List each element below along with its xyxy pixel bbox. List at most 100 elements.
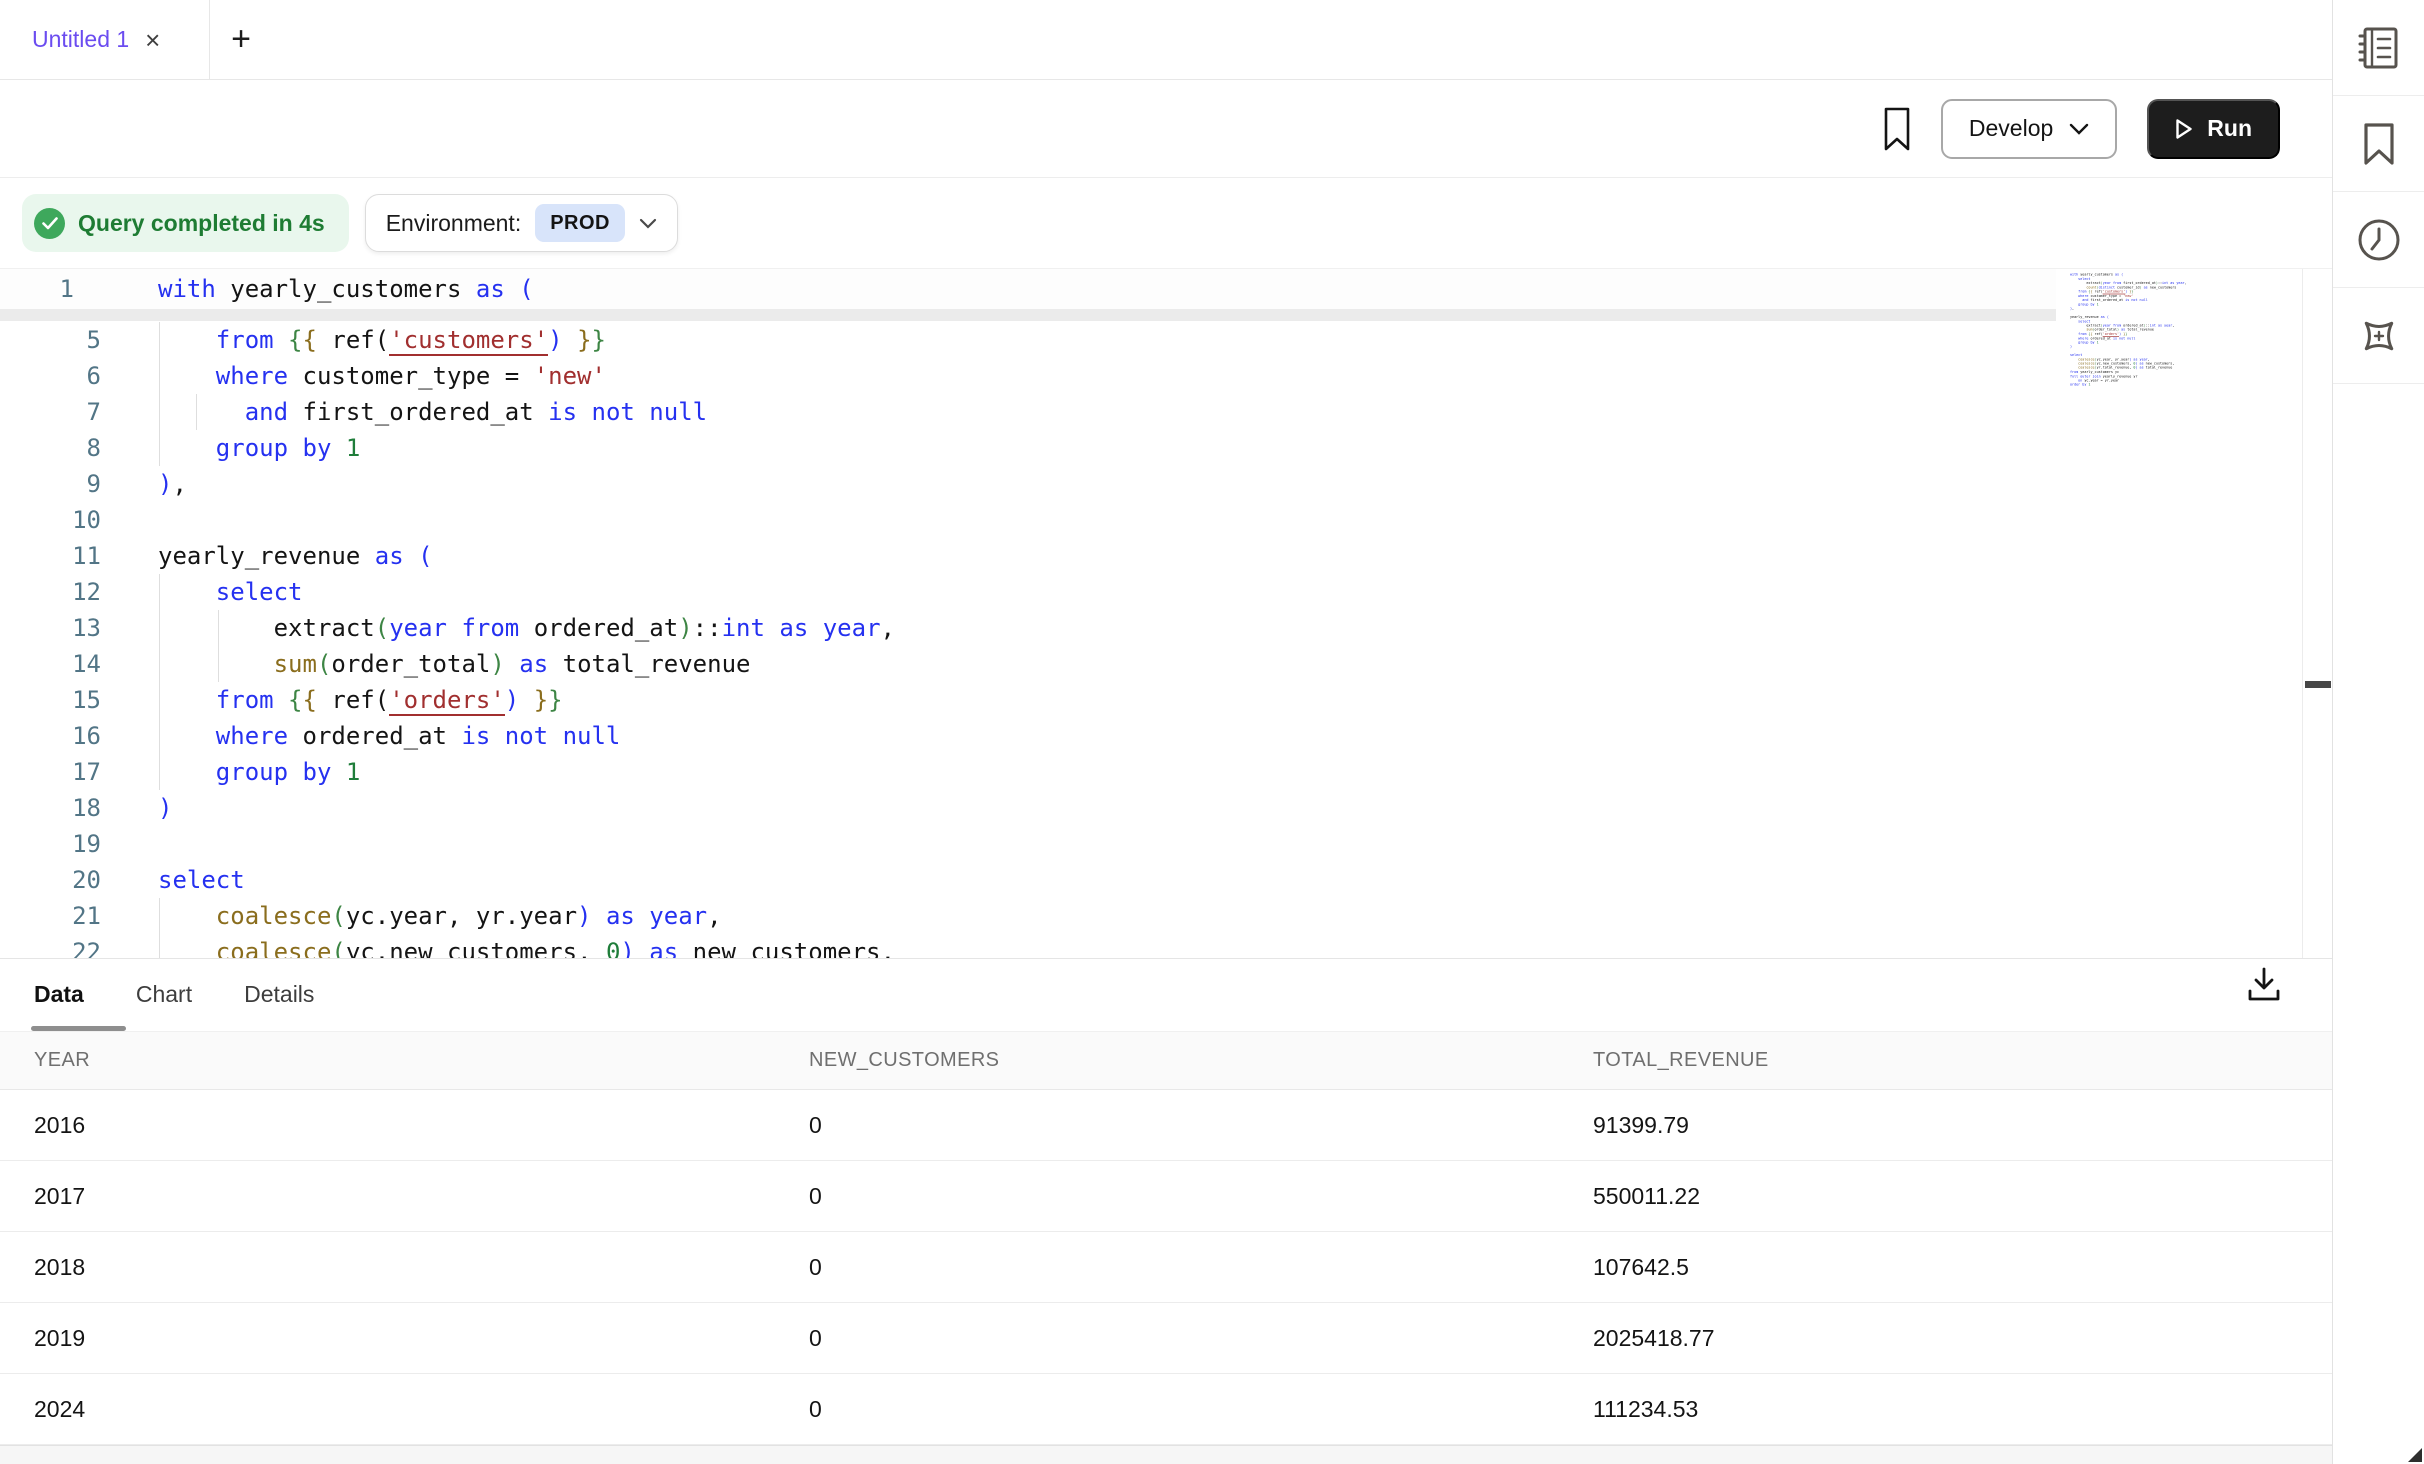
results-tab-details[interactable]: Details (244, 981, 314, 1008)
sidebar-history-button[interactable] (2333, 192, 2424, 288)
main-column: Untitled 1 × + Develop Run (0, 0, 2332, 1464)
code-line-6[interactable]: 6 where customer_type = 'new' (0, 358, 2302, 394)
play-icon (2175, 118, 2193, 140)
code-line-16[interactable]: 16 where ordered_at is not null (0, 718, 2302, 754)
table-cell: 0 (809, 1325, 1593, 1352)
code-line-18[interactable]: 18) (0, 790, 2302, 826)
close-icon[interactable]: × (145, 27, 160, 53)
minimap[interactable]: with yearly_customers as ( select extrac… (2070, 273, 2240, 403)
query-status-text: Query completed in 4s (78, 210, 325, 237)
query-status-row: Query completed in 4s Environment: PROD (0, 178, 2332, 268)
table-row: 2016091399.79 (0, 1090, 2332, 1161)
chevron-down-icon (2069, 123, 2089, 135)
line-code: sum(order_total) as total_revenue (158, 650, 750, 678)
table-cell: 0 (809, 1254, 1593, 1281)
table-cell: 550011.22 (1593, 1183, 2332, 1210)
code-line-8[interactable]: 8 group by 1 (0, 430, 2302, 466)
download-icon (2246, 965, 2282, 1005)
editor-tab-bar: Untitled 1 × + (0, 0, 2332, 80)
bookmark-icon (1883, 107, 1911, 151)
code-line-5[interactable]: 5 from {{ ref('customers') }} (0, 322, 2302, 358)
environment-selector[interactable]: Environment: PROD (365, 194, 678, 252)
line-code: coalesce(yc.new_customers, 0) as new_cus… (158, 938, 895, 958)
query-status-pill: Query completed in 4s (22, 194, 349, 252)
code-line-19[interactable]: 19 (0, 826, 2302, 862)
download-results-button[interactable] (2246, 965, 2282, 1010)
results-tab-chart[interactable]: Chart (136, 981, 192, 1008)
results-horizontal-scrollbar[interactable] (0, 1445, 2332, 1464)
code-line-10[interactable]: 10 (0, 502, 2302, 538)
line-number: 14 (0, 650, 101, 678)
line-number: 12 (0, 578, 101, 606)
code-line-14[interactable]: 14 sum(order_total) as total_revenue (0, 646, 2302, 682)
table-cell: 107642.5 (1593, 1254, 2332, 1281)
sticky-line-code: with yearly_customers as ( (158, 275, 534, 303)
table-row: 20240111234.53 (0, 1374, 2332, 1445)
line-number: 19 (0, 830, 101, 858)
environment-value-badge: PROD (535, 204, 625, 242)
code-line-15[interactable]: 15 from {{ ref('orders') }} (0, 682, 2302, 718)
line-code: where customer_type = 'new' (158, 362, 606, 390)
line-number: 11 (0, 542, 101, 570)
line-number: 5 (0, 326, 101, 354)
code-line-20[interactable]: 20select (0, 862, 2302, 898)
line-code: from {{ ref('customers') }} (158, 326, 606, 354)
results-panel: Data Chart Details YEARNEW_CUSTOMERSTOTAL_… (0, 958, 2332, 1464)
table-cell: 2024 (34, 1396, 809, 1423)
table-row: 20180107642.5 (0, 1232, 2332, 1303)
editor-scrollbar-track[interactable] (2302, 269, 2332, 958)
code-lines[interactable]: 5 from {{ ref('customers') }}6 where cus… (0, 322, 2302, 958)
sql-code-editor[interactable]: 1 with yearly_customers as ( 5 from {{ r… (0, 268, 2332, 958)
bookmark-button[interactable] (1883, 107, 1911, 151)
code-line-21[interactable]: 21 coalesce(yc.year, yr.year) as year, (0, 898, 2302, 934)
table-row: 201902025418.77 (0, 1303, 2332, 1374)
line-code: extract(year from ordered_at)::int as ye… (158, 614, 895, 642)
line-number: 17 (0, 758, 101, 786)
editor-scrollbar-thumb[interactable] (2305, 681, 2331, 688)
sidebar-explore-button[interactable] (2333, 288, 2424, 384)
line-code: from {{ ref('orders') }} (158, 686, 563, 714)
compass-icon (2354, 311, 2404, 361)
sidebar-bookmarks-button[interactable] (2333, 96, 2424, 192)
develop-dropdown-button[interactable]: Develop (1941, 99, 2117, 159)
new-tab-button[interactable]: + (210, 0, 272, 79)
line-code: select (158, 578, 303, 606)
sidebar-notebook-button[interactable] (2333, 0, 2424, 96)
line-code: select (158, 866, 245, 894)
line-number: 8 (0, 434, 101, 462)
line-number: 18 (0, 794, 101, 822)
column-header-year: YEAR (34, 1049, 809, 1072)
code-line-12[interactable]: 12 select (0, 574, 2302, 610)
results-table-body: 2016091399.7920170550011.2220180107642.5… (0, 1090, 2332, 1445)
results-tab-bar: Data Chart Details (0, 959, 2332, 1031)
table-row: 20170550011.22 (0, 1161, 2332, 1232)
table-cell: 2017 (34, 1183, 809, 1210)
sticky-line-number: 1 (0, 275, 74, 303)
table-cell: 2018 (34, 1254, 809, 1281)
plus-icon: + (231, 20, 251, 59)
code-line-9[interactable]: 9), (0, 466, 2302, 502)
line-number: 10 (0, 506, 101, 534)
line-code: yearly_revenue as ( (158, 542, 433, 570)
code-line-11[interactable]: 11 yearly_revenue as ( (0, 538, 2302, 574)
code-line-22[interactable]: 22 coalesce(yc.new_customers, 0) as new_… (0, 934, 2302, 958)
table-cell: 2016 (34, 1112, 809, 1139)
tab-untitled-1[interactable]: Untitled 1 × (0, 0, 210, 79)
line-code: where ordered_at is not null (158, 722, 620, 750)
line-code: and first_ordered_at is not null (158, 398, 707, 426)
run-button[interactable]: Run (2147, 99, 2280, 159)
results-table-header: YEARNEW_CUSTOMERSTOTAL_REVENUE (0, 1031, 2332, 1091)
sticky-scroll-line[interactable]: 1 with yearly_customers as ( (0, 269, 2056, 309)
results-tab-data[interactable]: Data (34, 981, 84, 1008)
right-icon-sidebar (2332, 0, 2424, 1464)
tab-title: Untitled 1 (32, 26, 129, 53)
active-tab-underline (31, 1026, 126, 1031)
code-line-7[interactable]: 7 and first_ordered_at is not null (0, 394, 2302, 430)
sticky-scroll-divider (0, 309, 2056, 321)
code-line-13[interactable]: 13 extract(year from ordered_at)::int as… (0, 610, 2302, 646)
table-cell: 0 (809, 1112, 1593, 1139)
window-resize-grip[interactable] (2408, 1448, 2422, 1462)
line-code: coalesce(yc.year, yr.year) as year, (158, 902, 722, 930)
code-line-17[interactable]: 17 group by 1 (0, 754, 2302, 790)
table-cell: 0 (809, 1396, 1593, 1423)
